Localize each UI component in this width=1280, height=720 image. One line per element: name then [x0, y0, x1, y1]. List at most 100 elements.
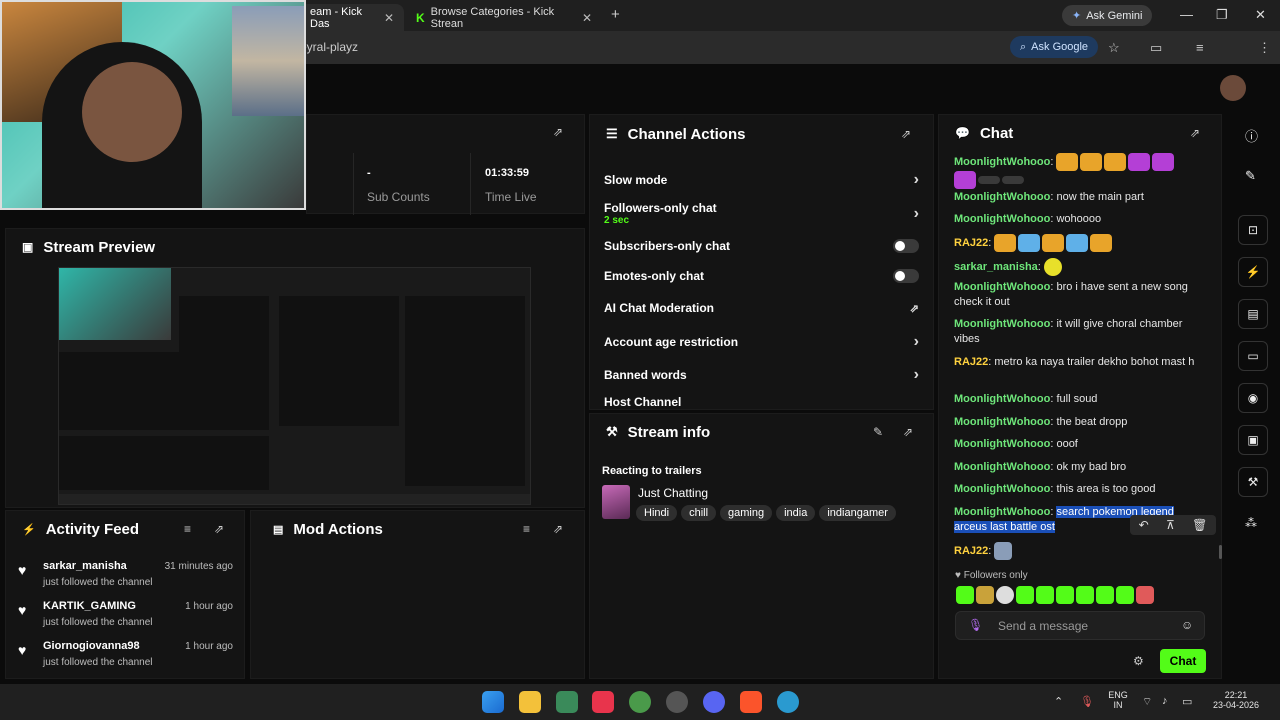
emote-icon[interactable]	[1096, 586, 1114, 604]
chat-username[interactable]: MoonlightWohooo	[954, 191, 1050, 203]
subscribers-only-toggle[interactable]	[893, 239, 919, 253]
filter-icon[interactable]: ≡	[523, 522, 530, 536]
chat-username[interactable]: MoonlightWohooo	[954, 281, 1050, 293]
info-icon[interactable]: ⓘ	[1245, 126, 1258, 145]
music-app-icon[interactable]	[592, 691, 614, 713]
ai-moderation-row[interactable]: AI Chat Moderation ⇗	[604, 301, 919, 315]
ask-google-button[interactable]: ⌕ Ask Google	[1010, 36, 1099, 58]
chat-username[interactable]: MoonlightWohooo	[954, 318, 1050, 330]
followers-only-row[interactable]: Followers-only chat 2 sec ›	[604, 201, 919, 226]
emote-icon[interactable]	[996, 586, 1014, 604]
popout-icon[interactable]: ⇗	[901, 127, 911, 141]
popout-icon[interactable]: ⇗	[553, 522, 563, 536]
emotes-only-toggle[interactable]	[893, 269, 919, 283]
file-explorer-icon[interactable]	[519, 691, 541, 713]
language-indicator[interactable]: ENG IN	[1106, 690, 1130, 710]
popout-icon[interactable]: ⇗	[214, 522, 224, 536]
slow-mode-row[interactable]: Slow mode ›	[604, 171, 919, 189]
emote-icon[interactable]	[1036, 586, 1054, 604]
discord-icon[interactable]	[703, 691, 725, 713]
popout-icon[interactable]: ⇗	[1190, 126, 1200, 140]
chat-scrollbar[interactable]	[1219, 545, 1222, 559]
ask-gemini-button[interactable]: ✦ Ask Gemini	[1062, 5, 1153, 26]
calculator-icon[interactable]	[556, 691, 578, 713]
chat-username[interactable]: MoonlightWohooo	[954, 156, 1050, 168]
tab-browse-categories[interactable]: K Browse Categories - Kick Strean ✕	[406, 4, 602, 31]
chat-username[interactable]: MoonlightWohooo	[954, 393, 1050, 405]
minimize-icon[interactable]: —	[1180, 7, 1193, 22]
edit-pencil-icon[interactable]: ✎	[873, 425, 883, 439]
emote-icon[interactable]	[976, 586, 994, 604]
channel-actions-panel: ☰ Channel Actions ⇗ Slow mode › Follower…	[589, 114, 934, 410]
wifi-icon[interactable]: ⌔	[1142, 695, 1152, 709]
host-channel-row[interactable]: Host Channel	[604, 395, 919, 409]
document-icon[interactable]: ▤	[1238, 299, 1268, 329]
chat-username[interactable]: MoonlightWohooo	[954, 506, 1050, 518]
chat-username[interactable]: RAJ22	[954, 356, 988, 368]
broadcast-icon[interactable]: ◉	[1238, 383, 1268, 413]
chat-bubble-icon[interactable]: ▭	[1238, 341, 1268, 371]
new-tab-button[interactable]: +	[611, 6, 620, 23]
bookmark-star-icon[interactable]: ☆	[1108, 40, 1120, 56]
emote-icon[interactable]	[956, 586, 974, 604]
wrench-icon[interactable]: ⚒	[1238, 467, 1268, 497]
mic-icon[interactable]: 🎙	[1080, 695, 1094, 708]
chat-username[interactable]: sarkar_manisha	[954, 261, 1038, 273]
brave-icon[interactable]	[740, 691, 762, 713]
chat-input[interactable]: 🎙 Send a message ☺	[955, 611, 1205, 640]
chat-username[interactable]: MoonlightWohooo	[954, 213, 1050, 225]
menu-icon[interactable]: ⋮	[1258, 40, 1271, 56]
chat-username[interactable]: MoonlightWohooo	[954, 438, 1050, 450]
chat-username[interactable]: MoonlightWohooo	[954, 461, 1050, 473]
emotes-only-row: Emotes-only chat	[604, 269, 919, 283]
close-icon[interactable]: ✕	[384, 11, 394, 25]
activity-username[interactable]: KARTIK_GAMING	[43, 600, 136, 612]
clock[interactable]: 22:21 23-04-2026	[1204, 690, 1268, 710]
account-age-row[interactable]: Account age restriction ›	[604, 333, 919, 351]
banned-words-row[interactable]: Banned words ›	[604, 366, 919, 384]
tv-icon[interactable]: ▣	[1238, 425, 1268, 455]
start-icon[interactable]	[482, 691, 504, 713]
restore-icon[interactable]: ❐	[1216, 7, 1228, 23]
delete-icon[interactable]: 🗑	[1192, 518, 1207, 532]
activity-username[interactable]: sarkar_manisha	[43, 560, 127, 572]
chat-username[interactable]: RAJ22	[954, 237, 988, 249]
popout-icon[interactable]: ⇗	[553, 125, 563, 139]
pin-icon[interactable]: ⊼	[1166, 518, 1175, 532]
close-icon[interactable]: ✕	[582, 11, 592, 25]
filter-icon[interactable]: ≡	[184, 522, 191, 536]
obs-icon[interactable]	[666, 691, 688, 713]
emote-icon[interactable]	[1016, 586, 1034, 604]
close-window-icon[interactable]: ✕	[1255, 7, 1266, 23]
reply-icon[interactable]: ↶	[1139, 518, 1149, 532]
chevron-up-icon[interactable]: ⌃	[1054, 695, 1063, 708]
chat-settings-gear-icon[interactable]: ⚙	[1133, 654, 1144, 668]
nodes-icon[interactable]: ⁂	[1245, 516, 1257, 530]
chat-username[interactable]: MoonlightWohooo	[954, 416, 1050, 428]
send-chat-button[interactable]: Chat	[1160, 649, 1206, 673]
stream-preview-video[interactable]	[58, 267, 531, 505]
volume-icon[interactable]: ♪	[1162, 695, 1168, 707]
emote-icon[interactable]	[1056, 586, 1074, 604]
edge-icon[interactable]	[777, 691, 799, 713]
emoji-icon[interactable]: ☺	[1181, 618, 1193, 632]
lightning-icon[interactable]: ⚡	[1238, 257, 1268, 287]
cast-icon[interactable]: ▭	[1150, 40, 1162, 56]
clock-date: 23-04-2026	[1212, 700, 1260, 710]
chat-username[interactable]: RAJ22	[954, 545, 988, 557]
activity-username[interactable]: Giornogiovanna98	[43, 640, 140, 652]
media-icon[interactable]: ≡	[1196, 40, 1204, 55]
mic-icon[interactable]: 🎙	[968, 618, 983, 632]
edit-pencil-icon[interactable]: ✎	[1245, 168, 1256, 184]
user-avatar[interactable]	[1220, 75, 1246, 101]
battery-icon[interactable]: ▭	[1182, 695, 1192, 708]
screen-capture-icon[interactable]: ⊡	[1238, 215, 1268, 245]
emote-icon[interactable]	[1076, 586, 1094, 604]
address-input[interactable]: eyral-playz	[300, 40, 358, 54]
emote-icon[interactable]	[1136, 586, 1154, 604]
emote-icon[interactable]	[1116, 586, 1134, 604]
chrome-icon[interactable]	[629, 691, 651, 713]
tab-kick-dashboard[interactable]: eam - Kick Das ✕	[300, 4, 404, 31]
chat-username[interactable]: MoonlightWohooo	[954, 483, 1050, 495]
popout-icon[interactable]: ⇗	[903, 425, 913, 439]
